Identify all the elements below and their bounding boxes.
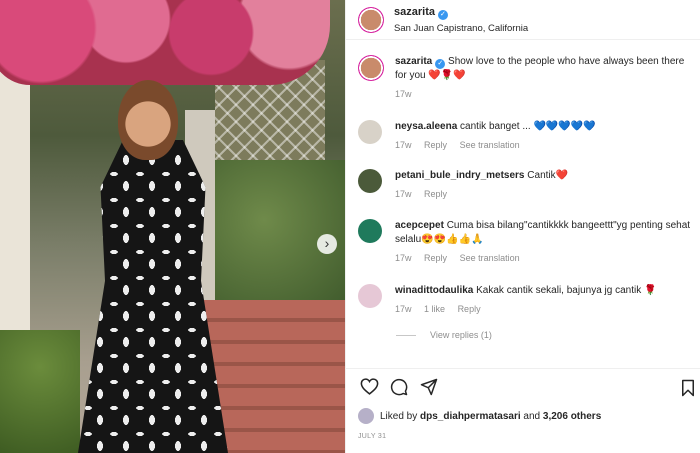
view-replies-button[interactable]: View replies (1): [396, 330, 492, 340]
photo-flowers: [0, 0, 330, 85]
share-icon: [420, 378, 438, 395]
comment-item: neysa.aleena cantik banget ... 💙💙💙💙💙 17w…: [358, 120, 698, 150]
verified-badge-icon: ✓: [435, 59, 446, 69]
commenter-avatar[interactable]: [358, 169, 382, 193]
comment-text: Cantik: [527, 170, 556, 181]
photo-head: [118, 80, 178, 160]
comment-emoji: 💙💙💙💙💙: [533, 121, 596, 132]
commenter-avatar[interactable]: [358, 120, 382, 144]
verified-badge-icon: ✓: [437, 9, 448, 20]
comment-time[interactable]: 17w: [395, 253, 412, 263]
reply-button[interactable]: Reply: [424, 140, 447, 150]
caption-time[interactable]: 17w: [395, 89, 412, 99]
post-date[interactable]: JULY 31: [358, 433, 386, 440]
comment-time[interactable]: 17w: [395, 189, 412, 199]
likes-and: and: [523, 410, 541, 422]
comment-emoji: 😍😍👍👍🙏: [421, 234, 484, 245]
comment-emoji: ❤️: [555, 170, 569, 181]
save-button[interactable]: [677, 377, 699, 399]
author-avatar[interactable]: [358, 6, 384, 33]
comment-item: winadittodaulika Kakak cantik sekali, ba…: [358, 284, 698, 314]
action-bar: [346, 368, 700, 404]
heart-icon: [360, 378, 378, 395]
see-translation-link[interactable]: See translation: [460, 140, 520, 150]
post-photo: ›: [0, 0, 345, 453]
comment-time[interactable]: 17w: [395, 140, 412, 150]
comment-time[interactable]: 17w: [395, 304, 412, 314]
post-location[interactable]: San Juan Capistrano, California: [394, 23, 528, 34]
comment-username[interactable]: petani_bule_indry_metsers: [395, 170, 525, 181]
post-details-panel: sazarita ✓ San Juan Capistrano, Californi…: [345, 0, 700, 453]
likes-others[interactable]: 3,206 others: [543, 411, 601, 422]
photo-person: [78, 80, 228, 453]
likes-summary: Liked by dps_diahpermatasari and 3,206 o…: [358, 408, 601, 424]
share-button[interactable]: [418, 376, 440, 398]
see-translation-link[interactable]: See translation: [460, 253, 520, 263]
reply-button[interactable]: Reply: [424, 189, 447, 199]
comment-username[interactable]: neysa.aleena: [395, 121, 457, 132]
post-header: sazarita ✓ San Juan Capistrano, Californi…: [346, 0, 700, 40]
comment-icon: [390, 378, 408, 395]
reply-button[interactable]: Reply: [424, 253, 447, 263]
caption-username[interactable]: sazarita: [395, 56, 432, 67]
next-photo-button[interactable]: ›: [317, 234, 337, 254]
bookmark-icon: [682, 379, 694, 397]
comment-likes[interactable]: 1 like: [424, 304, 445, 314]
comment-username[interactable]: winadittodaulika: [395, 285, 473, 296]
caption-item: sazarita ✓ Show love to the people who ha…: [358, 55, 698, 99]
comment-button[interactable]: [388, 376, 410, 398]
comment-text: Kakak cantik sekali, bajunya jg cantik 🌹: [476, 285, 657, 296]
liker-username[interactable]: dps_diahpermatasari: [420, 411, 521, 422]
commenter-avatar[interactable]: [358, 219, 382, 243]
author-username[interactable]: sazarita: [394, 6, 435, 18]
comment-item: acepcepet Cuma bisa bilang"cantikkkk ban…: [358, 219, 698, 263]
comment-item: petani_bule_indry_metsers Cantik❤️ 17w R…: [358, 169, 698, 199]
comment-username[interactable]: acepcepet: [395, 220, 444, 231]
photo-dress: [78, 140, 228, 453]
like-button[interactable]: [358, 376, 380, 398]
photo-plant: [0, 330, 80, 453]
commenter-avatar[interactable]: [358, 284, 382, 308]
comments-list[interactable]: sazarita ✓ Show love to the people who ha…: [346, 48, 700, 363]
reply-button[interactable]: Reply: [458, 304, 481, 314]
liker-avatar[interactable]: [358, 408, 374, 424]
comment-text: cantik banget ...: [460, 121, 531, 132]
caption-avatar[interactable]: [358, 55, 384, 81]
likes-prefix: Liked by: [380, 410, 418, 422]
